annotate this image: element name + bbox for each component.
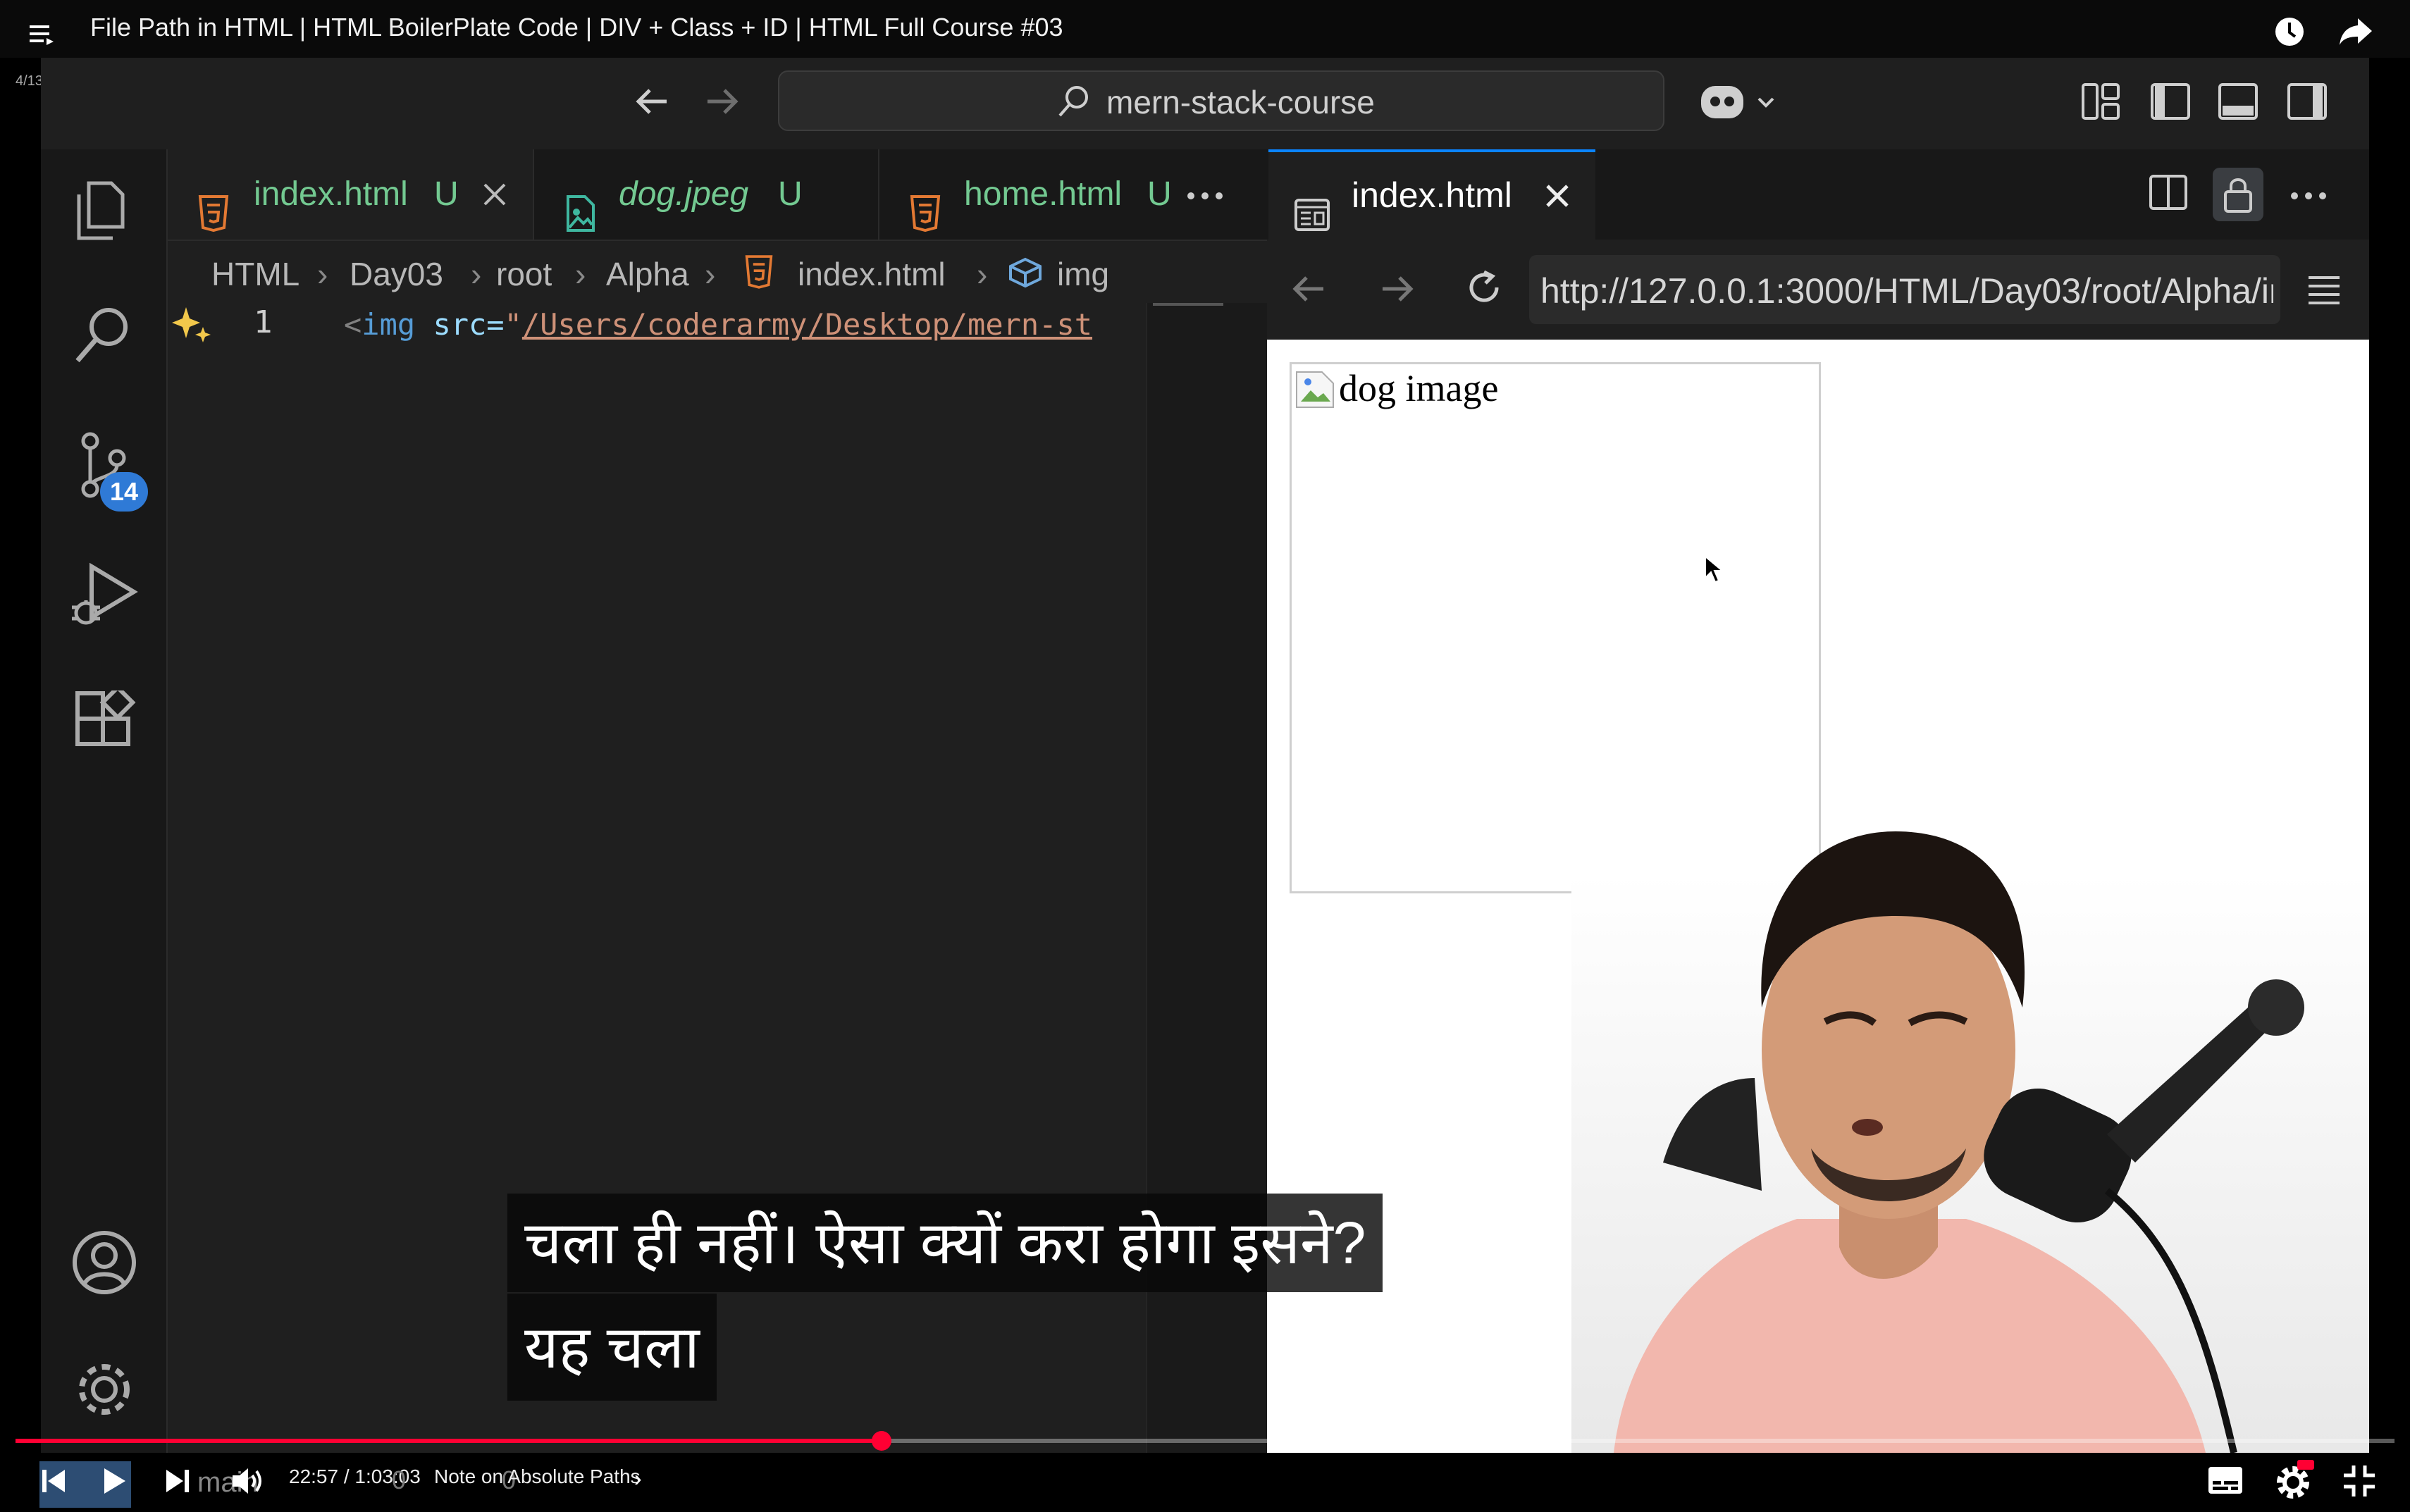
settings-gear-icon[interactable] <box>2273 1458 2316 1504</box>
breadcrumb-item[interactable]: root <box>496 255 552 293</box>
code-string: /Users/coderarmy/Desktop/mern-st <box>521 307 1093 342</box>
browser-forward-icon[interactable] <box>1377 269 1416 312</box>
lock-group-button[interactable] <box>2213 168 2263 221</box>
url-text[interactable]: http://127.0.0.1:3000/HTML/Day03/root/Al… <box>1540 271 2273 311</box>
search-label: mern-stack-course <box>1106 84 1375 120</box>
watch-later-icon[interactable] <box>2273 16 2306 51</box>
play-icon[interactable] <box>99 1465 130 1500</box>
split-editor-icon[interactable] <box>2148 172 2189 216</box>
tab-label: index.html <box>254 175 408 213</box>
chevron-right-icon[interactable]: › <box>634 1465 642 1492</box>
search-icon <box>1054 82 1094 125</box>
code-attr: src= <box>415 307 505 342</box>
tab-label: dog.jpeg <box>619 175 749 213</box>
breadcrumb-item[interactable]: HTML <box>211 255 299 293</box>
run-debug-icon[interactable] <box>68 561 138 635</box>
subtitle-line: चला ही नहीं। ऐसा क्यों करा होगा इसने? <box>507 1194 1383 1292</box>
chevron-right-icon: › <box>471 256 482 292</box>
toggle-panel-icon[interactable] <box>2217 80 2259 126</box>
breadcrumb-item[interactable]: img <box>1057 255 1109 293</box>
untracked-marker: U <box>1147 175 1172 213</box>
explorer-icon[interactable] <box>70 176 134 247</box>
lock-icon <box>2224 178 2252 213</box>
previous-icon[interactable] <box>38 1465 69 1500</box>
progress-scrubber[interactable] <box>871 1431 891 1451</box>
chevron-right-icon: › <box>977 256 988 292</box>
video-title[interactable]: File Path in HTML | HTML BoilerPlate Cod… <box>90 13 1063 42</box>
line-number: 1 <box>254 304 273 340</box>
subtitle-line: यह चला <box>507 1294 717 1401</box>
extensions-icon[interactable] <box>73 684 137 757</box>
toggle-secondary-sidebar-icon[interactable] <box>2286 80 2328 126</box>
code-line[interactable]: <img src="/Users/coderarmy/Desktop/mern-… <box>344 307 1092 364</box>
tab-index-html[interactable]: index.html U <box>168 149 534 240</box>
mouse-cursor-icon <box>1704 554 1725 588</box>
chevron-right-icon: › <box>575 256 586 292</box>
html5-icon <box>744 255 774 297</box>
presenter <box>1571 796 2369 1456</box>
volume-icon[interactable] <box>230 1465 265 1500</box>
symbol-element-icon <box>1008 256 1043 297</box>
share-icon[interactable] <box>2338 16 2373 51</box>
next-icon[interactable] <box>162 1465 193 1500</box>
tab-home-html[interactable]: home.html U <box>879 149 1267 240</box>
minimap-line <box>1153 303 1223 306</box>
menu-icon[interactable] <box>2304 272 2344 312</box>
code-tag: img <box>362 307 416 342</box>
breadcrumb-item[interactable]: index.html <box>798 255 946 293</box>
progress-played <box>16 1439 882 1443</box>
tab-label: index.html <box>1352 175 1512 215</box>
code-quote: " <box>504 307 522 342</box>
search-view-icon[interactable] <box>70 303 134 374</box>
sparkle-icon[interactable] <box>171 302 216 350</box>
chapter-title[interactable]: Note on Absolute Paths <box>434 1465 641 1488</box>
playlist-position: 4/13 <box>16 73 43 89</box>
reload-icon[interactable] <box>1463 266 1505 312</box>
exit-fullscreen-icon[interactable] <box>2341 1463 2378 1503</box>
subtitles-icon[interactable] <box>2206 1463 2245 1501</box>
browser-back-icon[interactable] <box>1290 269 1329 312</box>
more-actions-icon[interactable] <box>2287 172 2332 216</box>
tab-label: home.html <box>964 175 1123 213</box>
manage-gear-icon[interactable] <box>70 1356 138 1427</box>
accounts-icon[interactable] <box>70 1229 138 1300</box>
breadcrumb: HTML › Day03 › root › Alpha › index.html… <box>168 241 1267 306</box>
customize-layout-icon[interactable] <box>2080 80 2122 126</box>
status-errors: 0 <box>392 1465 407 1494</box>
breadcrumb-item[interactable]: Alpha <box>606 255 689 293</box>
broken-image-icon <box>1294 368 1336 414</box>
toggle-primary-sidebar-icon[interactable] <box>2149 80 2192 126</box>
untracked-marker: U <box>434 175 459 213</box>
tab-browser-index[interactable]: index.html <box>1268 149 1595 240</box>
playlist-menu-icon[interactable] <box>28 20 56 51</box>
chevron-right-icon: › <box>705 256 716 292</box>
source-control-badge: 14 <box>100 472 148 512</box>
breadcrumb-item[interactable]: Day03 <box>350 255 443 293</box>
untracked-marker: U <box>778 175 803 213</box>
chevron-right-icon: › <box>317 256 328 292</box>
tab-dog-jpeg[interactable]: dog.jpeg U <box>534 149 879 240</box>
back-arrow-icon[interactable] <box>631 82 674 125</box>
code-tag-bracket: < <box>344 307 362 342</box>
copilot-icon[interactable] <box>1698 78 1783 130</box>
image-alt-text: dog image <box>1339 367 1499 409</box>
forward-arrow-icon[interactable] <box>700 82 743 125</box>
